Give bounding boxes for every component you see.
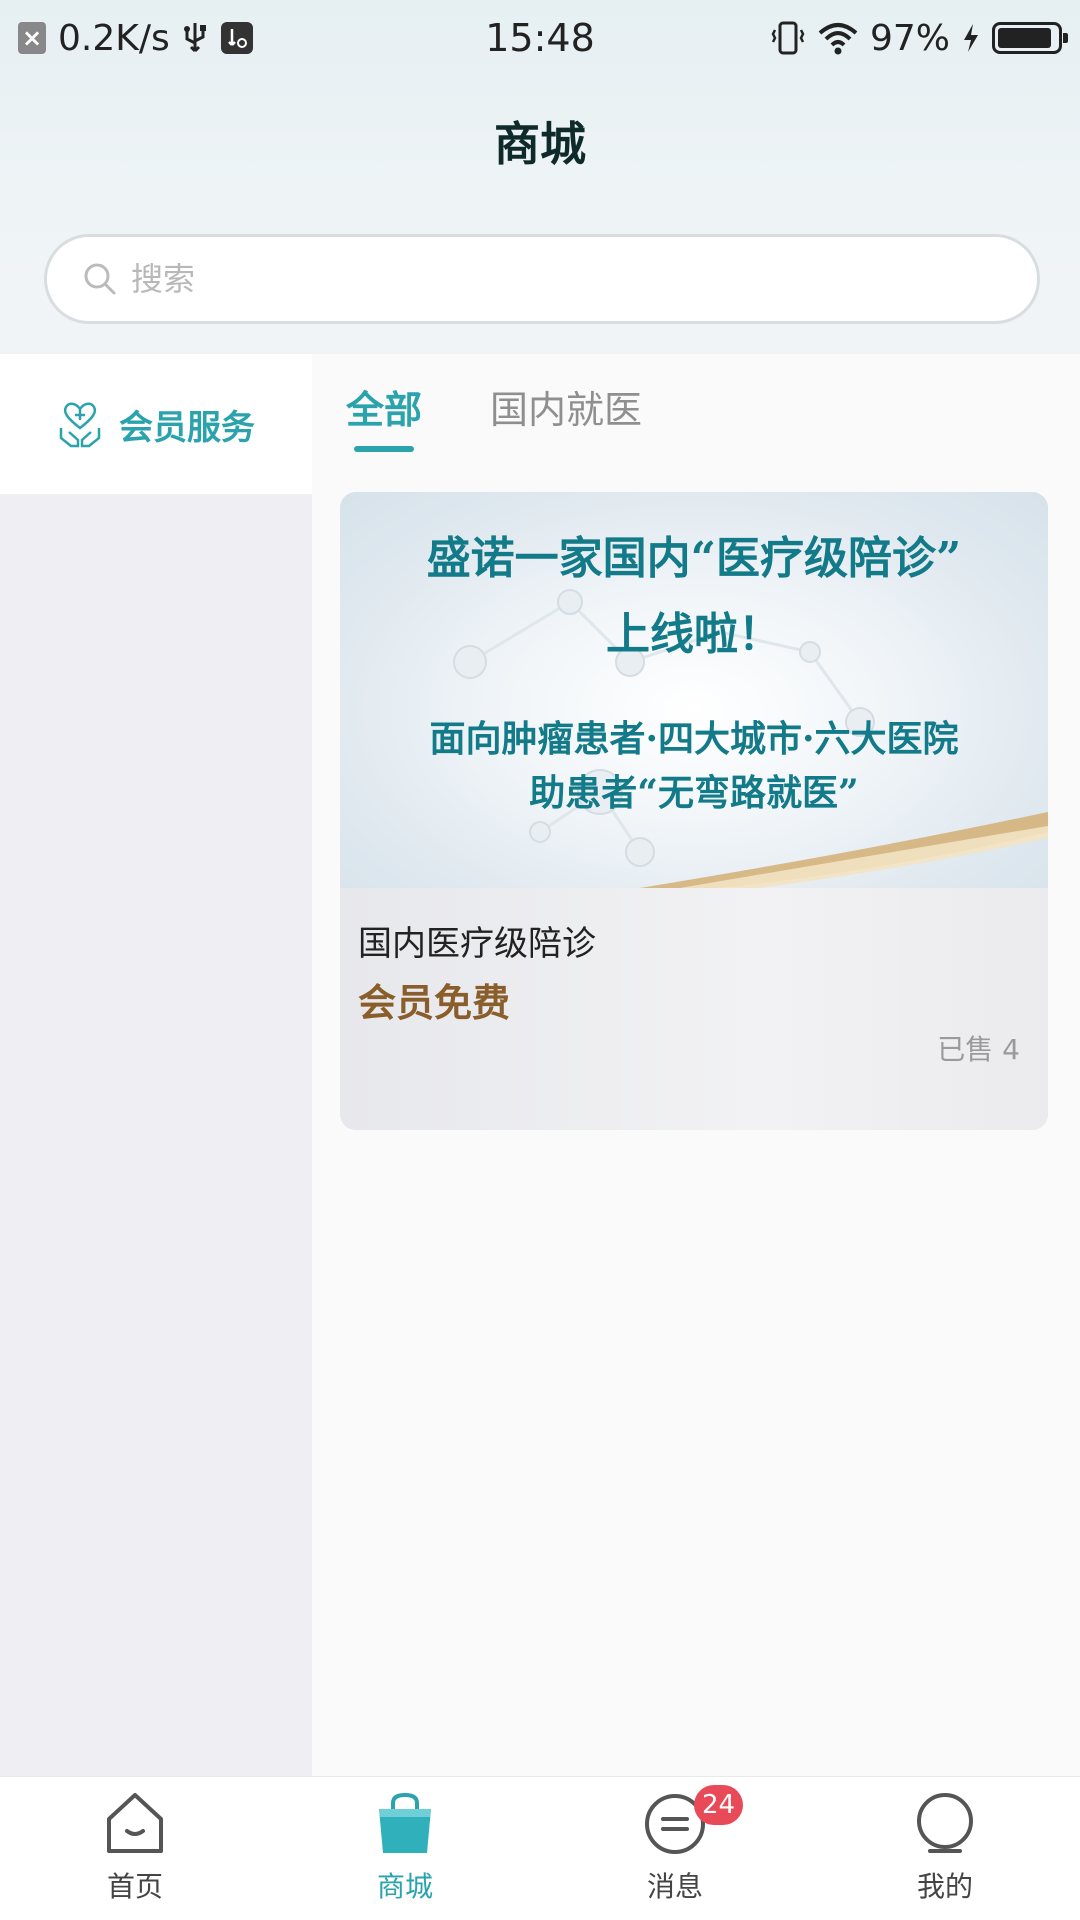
category-tabs: 全部 国内就医 [312, 354, 1080, 494]
unread-badge: 24 [694, 1785, 744, 1825]
status-left: × 0.2K/s [18, 18, 254, 59]
nav-home[interactable]: 首页 [0, 1777, 270, 1920]
product-list-panel: 全部 国内就医 盛诺一家国内“医疗级陪诊” 上线啦！ 面向肿瘤患者·四大城市·六… [312, 354, 1080, 1776]
usb-debug-icon [220, 22, 253, 54]
vibrate-icon [771, 21, 805, 55]
product-price: 会员免费 [358, 981, 511, 1025]
search-input[interactable] [131, 260, 931, 298]
nav-messages[interactable]: 24 消息 [540, 1777, 810, 1920]
nav-messages-label: 消息 [646, 1870, 703, 1903]
page-title: 商城 [494, 117, 586, 171]
product-info: 国内医疗级陪诊 会员免费 已售 4 [340, 888, 1048, 1130]
battery-percent: 97% [869, 17, 950, 59]
wifi-icon [818, 23, 858, 55]
active-tab-indicator [354, 446, 414, 452]
search-bar[interactable] [44, 234, 1040, 324]
product-title: 国内医疗级陪诊 [358, 924, 596, 964]
status-bar: × 0.2K/s 15:48 97% [0, 0, 1080, 76]
home-icon [107, 1793, 163, 1853]
charging-icon [964, 24, 978, 52]
nav-mall[interactable]: 商城 [270, 1777, 540, 1920]
heart-hands-icon [59, 402, 101, 448]
battery-icon [992, 22, 1068, 54]
nav-mall-label: 商城 [376, 1870, 433, 1903]
banner-headline-2: 上线啦！ [606, 609, 782, 660]
product-banner: 盛诺一家国内“医疗级陪诊” 上线啦！ 面向肿瘤患者·四大城市·六大医院 助患者“… [340, 492, 1048, 888]
sidebar-item-label: 会员服务 [119, 407, 255, 448]
profile-icon [917, 1793, 973, 1853]
status-right: 97% [770, 17, 1068, 59]
product-card[interactable]: 盛诺一家国内“医疗级陪诊” 上线啦！ 面向肿瘤患者·四大城市·六大医院 助患者“… [340, 492, 1048, 1130]
sidebar-item-member-service[interactable]: 会员服务 [0, 354, 312, 494]
banner-headline: 盛诺一家国内“医疗级陪诊” [426, 533, 962, 584]
nav-profile[interactable]: 我的 [810, 1777, 1080, 1920]
search-icon [84, 263, 116, 295]
usb-icon [183, 23, 206, 53]
tab-all[interactable]: 全部 [346, 380, 422, 440]
sold-count: 已售 4 [937, 1033, 1020, 1066]
net-speed: 0.2K/s [58, 17, 170, 59]
close-box-icon: × [18, 22, 46, 54]
nav-profile-label: 我的 [916, 1870, 973, 1903]
bottom-navigation: 首页 商城 24 消息 我的 [0, 1776, 1080, 1920]
shopping-bag-icon [379, 1792, 431, 1853]
tab-domestic-medical[interactable]: 国内就医 [490, 380, 642, 440]
nav-home-label: 首页 [106, 1870, 163, 1903]
banner-subline-2: 助患者“无弯路就医” [529, 772, 859, 814]
category-sidebar: 会员服务 [0, 354, 312, 1776]
banner-subline: 面向肿瘤患者·四大城市·六大医院 [429, 718, 959, 760]
